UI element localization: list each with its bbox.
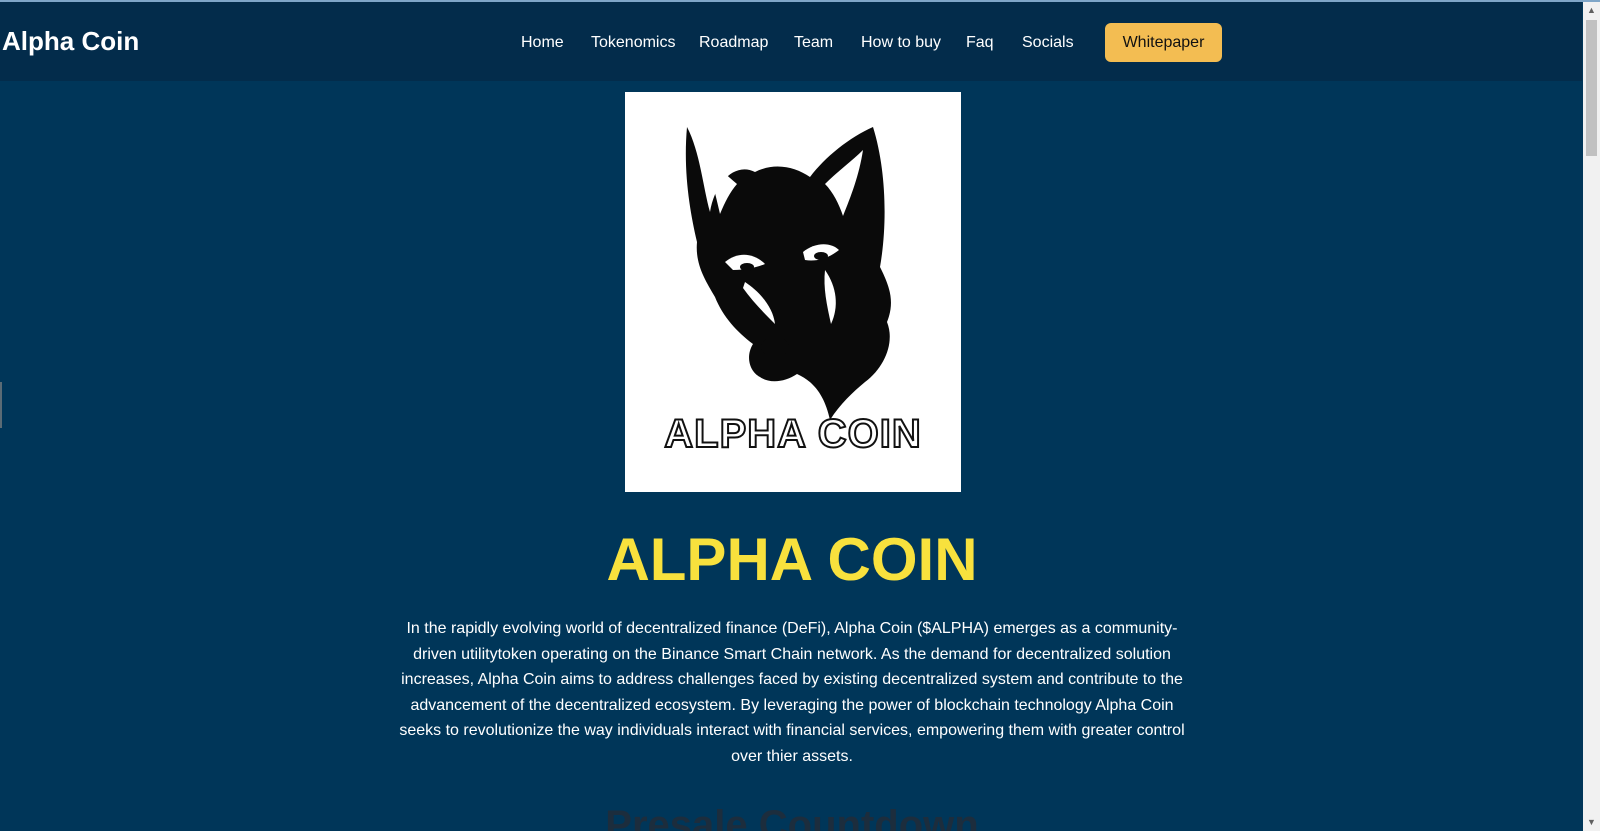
hero-logo-image: ALPHA COIN [625,92,961,492]
left-edge-handle [0,382,2,428]
scroll-down-arrow-icon[interactable]: ▼ [1583,814,1600,831]
hero-title: ALPHA COIN [606,526,978,593]
presale-countdown-heading: Presale Countdown [605,803,979,831]
nav-link-home[interactable]: Home [521,34,564,52]
nav-link-roadmap[interactable]: Roadmap [699,34,768,52]
nav-link-tokenomics[interactable]: Tokenomics [591,34,675,52]
nav-link-team[interactable]: Team [794,34,833,52]
vertical-scrollbar[interactable]: ▲ ▼ [1583,2,1600,831]
wolf-head-icon: ALPHA COIN [625,92,961,492]
hero-description: In the rapidly evolving world of decentr… [399,620,1185,765]
logo-lettering: ALPHA COIN [664,412,921,456]
scrollbar-thumb[interactable] [1586,20,1597,156]
whitepaper-button[interactable]: Whitepaper [1105,23,1222,62]
nav-link-how-to-buy[interactable]: How to buy [861,34,941,52]
scroll-up-arrow-icon[interactable]: ▲ [1583,2,1600,19]
brand-logo-text[interactable]: Alpha Coin [2,26,139,57]
navbar: Alpha Coin Home Tokenomics Roadmap Team … [0,2,1582,81]
nav-link-socials[interactable]: Socials [1022,34,1074,52]
page: Alpha Coin Home Tokenomics Roadmap Team … [0,0,1600,831]
nav-link-faq[interactable]: Faq [966,34,994,52]
